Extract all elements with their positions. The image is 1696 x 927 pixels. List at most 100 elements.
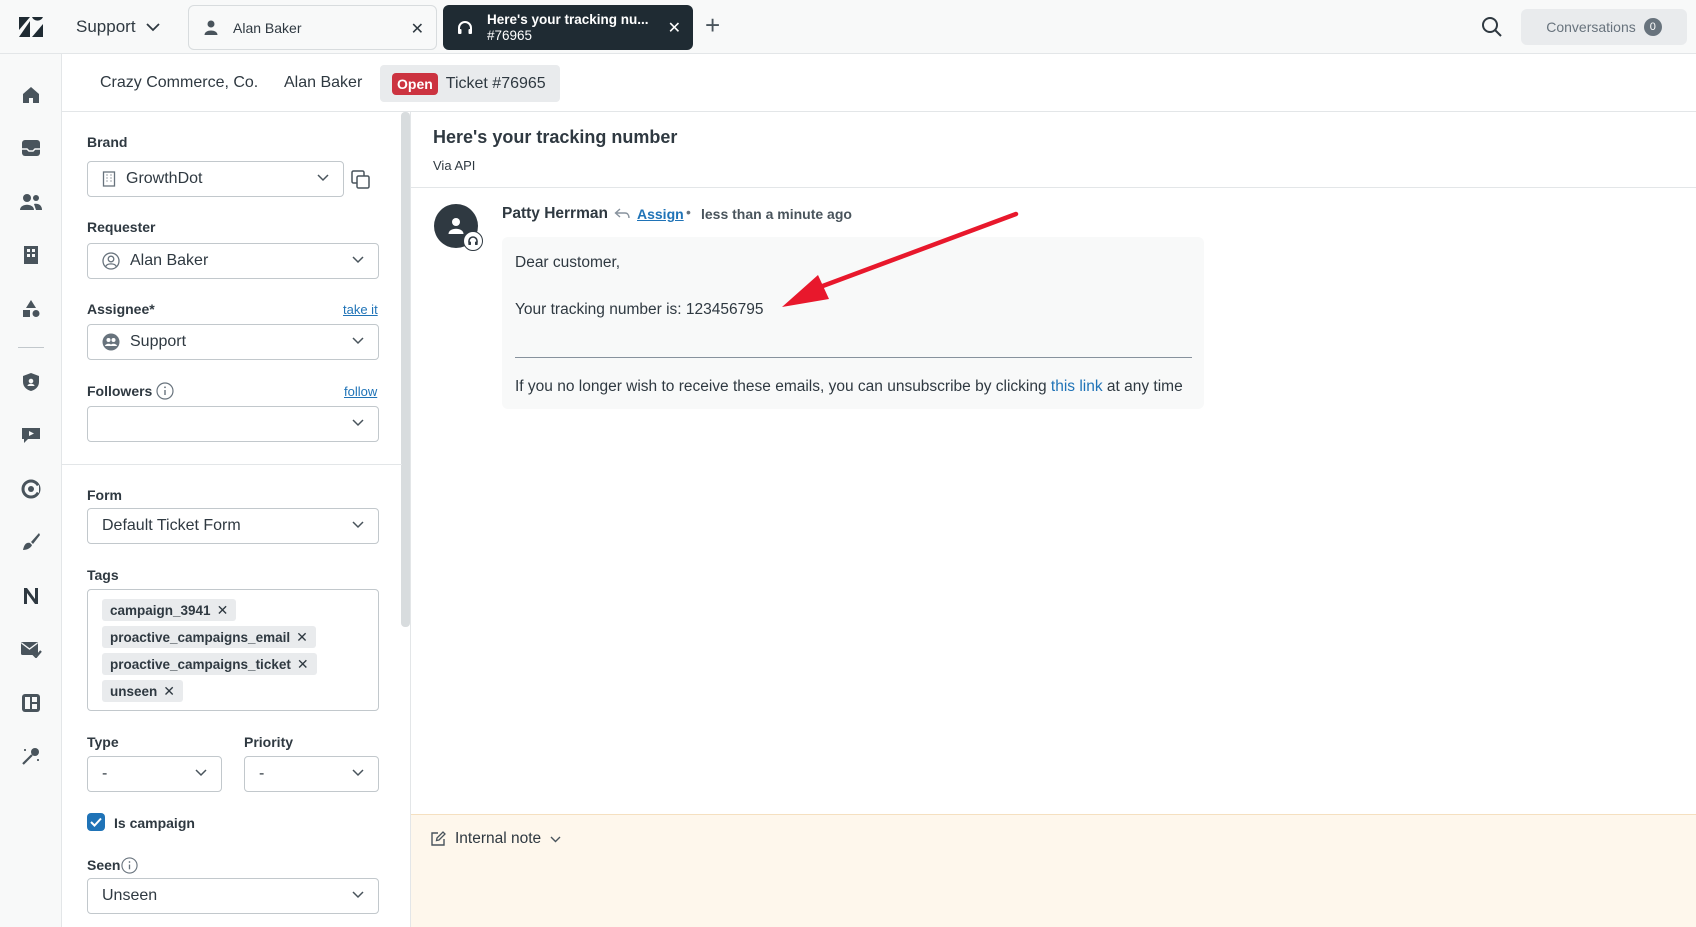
tag-chip: unseen ✕ xyxy=(102,680,183,702)
separator-dot: • xyxy=(686,204,691,220)
status-badge: Open xyxy=(392,72,438,95)
ticket-channel: Via API xyxy=(433,158,476,173)
close-icon[interactable]: ✕ xyxy=(668,18,681,38)
tags-label: Tags xyxy=(87,567,119,583)
tab-user[interactable]: Alan Baker ✕ xyxy=(188,5,437,50)
is-campaign-checkbox[interactable] xyxy=(87,813,105,831)
edit-note-icon xyxy=(431,831,446,846)
tab-user-title: Alan Baker xyxy=(233,19,302,36)
assignee-value: Support xyxy=(130,333,187,350)
remove-tag-icon[interactable]: ✕ xyxy=(296,629,308,646)
chevron-down-icon xyxy=(550,836,561,842)
requester-value: Alan Baker xyxy=(130,252,209,269)
assignee-label: Assignee* xyxy=(87,301,155,317)
assign-link[interactable]: Assign xyxy=(637,206,684,222)
agent-headset-badge-icon xyxy=(463,231,483,251)
ticket-subject: Here's your tracking number xyxy=(433,127,678,147)
priority-value: - xyxy=(259,765,265,782)
message-greeting: Dear customer, xyxy=(515,254,621,271)
message-timestamp: less than a minute ago xyxy=(701,206,852,222)
followers-select[interactable] xyxy=(87,406,379,442)
is-campaign-label: Is campaign xyxy=(114,815,195,831)
building-icon xyxy=(102,171,116,187)
conversation-divider xyxy=(411,187,1696,188)
copy-icon[interactable] xyxy=(351,170,371,190)
tab-ticket-title: Here's your tracking nu... xyxy=(487,11,649,27)
seen-value: Unseen xyxy=(102,887,158,904)
assignee-select[interactable]: Support xyxy=(87,324,379,360)
message-author[interactable]: Patty Herrman xyxy=(502,205,608,223)
form-value: Default Ticket Form xyxy=(102,517,241,534)
home-icon[interactable] xyxy=(19,83,43,107)
breadcrumb-ticket[interactable]: Open Ticket #76965 xyxy=(380,65,560,102)
form-select[interactable]: Default Ticket Form xyxy=(87,508,379,544)
product-switcher[interactable]: Support xyxy=(76,17,160,37)
remove-tag-icon[interactable]: ✕ xyxy=(217,602,229,619)
product-label: Support xyxy=(76,17,136,36)
type-select[interactable]: - xyxy=(87,756,222,792)
user-icon xyxy=(448,218,464,234)
checkmark-icon xyxy=(90,817,102,827)
dashboard-icon[interactable] xyxy=(19,691,43,715)
composer-mode-label: Internal note xyxy=(455,830,542,847)
tags-input[interactable]: campaign_3941 ✕ proactive_campaigns_email… xyxy=(87,589,379,711)
chevron-down-icon xyxy=(317,174,329,182)
remove-tag-icon[interactable]: ✕ xyxy=(297,656,309,673)
chevron-down-icon xyxy=(352,521,364,529)
search-icon[interactable] xyxy=(1481,16,1503,38)
reply-composer[interactable]: Internal note xyxy=(411,814,1696,927)
tag-label: campaign_3941 xyxy=(110,602,211,618)
priority-select[interactable]: - xyxy=(244,756,379,792)
brush-icon[interactable] xyxy=(19,530,43,554)
zendesk-logo-icon[interactable] xyxy=(18,16,44,38)
type-label: Type xyxy=(87,734,119,750)
message-body: Dear customer, Your tracking number is: … xyxy=(502,237,1204,409)
priority-label: Priority xyxy=(244,734,294,750)
breadcrumb-user[interactable]: Alan Baker xyxy=(284,74,362,92)
follow-link[interactable]: follow xyxy=(344,384,377,399)
brand-select[interactable]: GrowthDot xyxy=(87,161,344,197)
composer-mode-button[interactable]: Internal note xyxy=(430,830,561,848)
tag-label: proactive_campaigns_ticket xyxy=(110,656,291,672)
magic-wand-icon[interactable] xyxy=(19,744,43,768)
breadcrumb: Crazy Commerce, Co. Alan Baker Open Tick… xyxy=(62,54,1696,112)
message-footer: If you no longer wish to receive these e… xyxy=(515,378,1183,396)
footer-prefix: If you no longer wish to receive these e… xyxy=(515,378,1047,395)
brand-label: Brand xyxy=(87,134,128,150)
brand-value: GrowthDot xyxy=(126,170,203,187)
add-tab-plus-icon[interactable]: + xyxy=(705,12,720,38)
user-circle-icon xyxy=(102,252,120,270)
conversations-label: Conversations xyxy=(1546,19,1636,35)
n-app-icon[interactable] xyxy=(19,584,43,608)
type-value: - xyxy=(102,765,108,782)
close-icon[interactable]: ✕ xyxy=(411,19,424,39)
properties-scrollbar[interactable] xyxy=(401,112,410,627)
shapes-icon[interactable] xyxy=(19,297,43,321)
take-it-link[interactable]: take it xyxy=(343,302,378,317)
organizations-icon[interactable] xyxy=(19,243,43,267)
info-icon[interactable] xyxy=(121,857,138,874)
top-bar: Support Alan Baker ✕ Here's your trackin… xyxy=(0,0,1696,54)
breadcrumb-org[interactable]: Crazy Commerce, Co. xyxy=(100,74,258,92)
message-divider xyxy=(515,357,1192,358)
info-icon[interactable] xyxy=(156,382,174,400)
shield-icon[interactable] xyxy=(19,370,43,394)
tag-chip: campaign_3941 ✕ xyxy=(102,599,237,621)
explore-icon[interactable] xyxy=(19,477,43,501)
conversations-count-badge: 0 xyxy=(1643,18,1662,36)
inbox-icon[interactable] xyxy=(19,136,43,160)
mail-check-icon[interactable] xyxy=(19,637,43,661)
tab-ticket[interactable]: Here's your tracking nu... #76965 ✕ xyxy=(443,5,693,50)
seen-select[interactable]: Unseen xyxy=(87,878,379,914)
tag-chip: proactive_campaigns_email ✕ xyxy=(102,626,316,648)
unsubscribe-link[interactable]: this link xyxy=(1051,378,1103,395)
video-chat-icon[interactable] xyxy=(19,423,43,447)
conversations-button[interactable]: Conversations 0 xyxy=(1521,9,1687,45)
users-icon[interactable] xyxy=(19,190,43,214)
user-icon xyxy=(201,20,221,35)
followers-label: Followers xyxy=(87,383,153,399)
chevron-down-icon xyxy=(352,256,364,264)
remove-tag-icon[interactable]: ✕ xyxy=(163,683,175,700)
form-label: Form xyxy=(87,487,122,503)
requester-select[interactable]: Alan Baker xyxy=(87,243,379,279)
